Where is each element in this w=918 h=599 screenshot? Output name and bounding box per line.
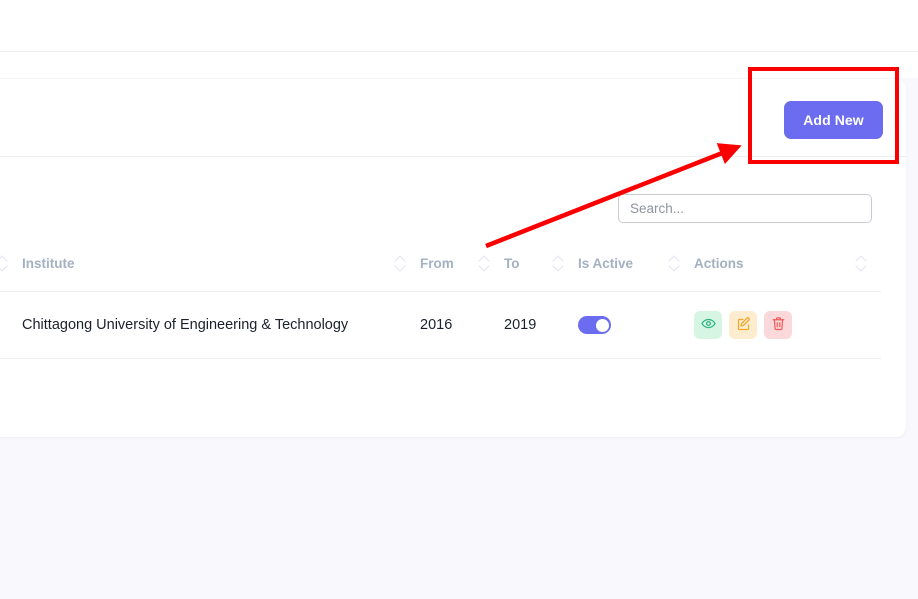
table-body: ib Chittagong University of Engineering … [0, 292, 881, 359]
cell-institute: Chittagong University of Engineering & T… [22, 292, 420, 359]
delete-button[interactable] [764, 311, 792, 339]
add-new-button[interactable]: Add New [784, 101, 883, 139]
breadcrumb-strip [0, 53, 918, 78]
trash-icon [771, 316, 786, 334]
is-active-toggle[interactable] [578, 316, 611, 334]
top-navigation-bar [0, 0, 918, 52]
column-header-actions-label: Actions [694, 256, 744, 271]
sort-icon[interactable] [553, 255, 564, 271]
table-head: Institute From To [0, 255, 881, 292]
column-header-from[interactable]: From [420, 255, 504, 292]
data-table: Institute From To [0, 255, 881, 359]
search-input[interactable] [618, 194, 872, 223]
card-header: Add New [0, 79, 906, 157]
sort-icon[interactable] [0, 255, 8, 271]
toggle-knob [596, 319, 609, 332]
column-header-actions[interactable]: Actions [694, 255, 881, 292]
sort-icon[interactable] [479, 255, 490, 271]
sort-icon[interactable] [856, 255, 867, 271]
cell-name-text: ib [0, 317, 22, 333]
column-header-from-label: From [420, 256, 454, 271]
sort-icon[interactable] [669, 255, 680, 271]
cell-from: 2016 [420, 292, 504, 359]
column-header-is-active[interactable]: Is Active [578, 255, 694, 292]
pencil-square-icon [736, 316, 751, 334]
column-header-to[interactable]: To [504, 255, 578, 292]
column-header-institute[interactable]: Institute [22, 255, 420, 292]
cell-to: 2019 [504, 292, 578, 359]
column-header-to-label: To [504, 256, 520, 271]
cell-is-active [578, 292, 694, 359]
table-row: ib Chittagong University of Engineering … [0, 292, 881, 359]
column-header-institute-label: Institute [22, 256, 75, 271]
sort-icon[interactable] [395, 255, 406, 271]
column-header-is-active-label: Is Active [578, 256, 633, 271]
content-card: Add New [0, 79, 906, 437]
cell-name: ib [0, 292, 22, 359]
view-button[interactable] [694, 311, 722, 339]
edit-button[interactable] [729, 311, 757, 339]
cell-actions [694, 292, 881, 359]
table-header-row: Institute From To [0, 255, 881, 292]
page-root: Add New [0, 0, 918, 599]
column-header-name[interactable] [0, 255, 22, 292]
eye-icon [701, 316, 716, 334]
